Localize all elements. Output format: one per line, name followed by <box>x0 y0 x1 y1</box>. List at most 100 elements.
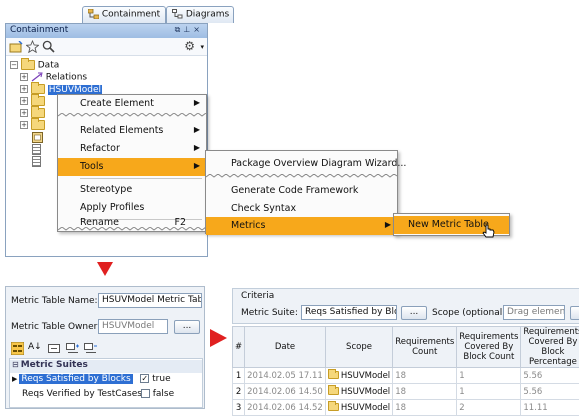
expand-icon[interactable]: + <box>20 109 28 117</box>
collapse-section-icon[interactable]: ⊟ <box>12 360 19 369</box>
row-pointer-icon: ▶ <box>12 375 17 383</box>
expand-icon[interactable]: + <box>20 97 28 105</box>
containment-tree-icon <box>88 9 99 19</box>
menu-item-label: Tools <box>80 161 103 172</box>
menu-item-check-syntax[interactable]: Check Syntax <box>206 200 397 218</box>
menu-item-tools[interactable]: Tools ▶ <box>58 158 206 176</box>
scope-field[interactable]: Drag elements <box>503 305 565 320</box>
metric-table-view: Criteria Metric Suite: Reqs Satisfied by… <box>232 288 579 409</box>
menu-item-generate-code-framework[interactable]: Generate Code Framework <box>206 182 397 200</box>
containment-header: Containment ⧉⊥× <box>6 24 207 38</box>
owner-browse-button[interactable]: ... <box>174 320 200 334</box>
metric-results-table: # Date Scope Requirements Count Requirem… <box>232 326 579 416</box>
new-folder-icon[interactable] <box>9 41 23 53</box>
tree-node[interactable]: + <box>20 120 45 132</box>
menu-item-label: Apply Profiles <box>80 202 144 213</box>
tree-node[interactable] <box>32 132 43 144</box>
cell-requirements-count: 18 <box>393 400 457 416</box>
metric-suite-browse-button[interactable]: ... <box>401 306 427 320</box>
menu-torn-edge <box>58 227 206 232</box>
scope-name: HSUVModel <box>341 387 390 397</box>
menu-item-metrics[interactable]: Metrics ▶ <box>206 217 397 235</box>
tree-node-label-selected: HSUVModel <box>48 85 102 95</box>
tree-node[interactable] <box>32 156 41 168</box>
metric-suite-row-reqs-verified[interactable]: Reqs Verified by TestCases false <box>10 389 202 402</box>
cell-date: 2014.02.06 14.52 <box>245 400 326 416</box>
collapse-icon[interactable]: − <box>10 61 18 69</box>
close-icon[interactable]: × <box>193 25 203 34</box>
table-row[interactable]: 3 2014.02.06 14.52 HSUVModel 18 2 11.11 <box>233 400 579 416</box>
hand-cursor-icon <box>482 224 496 240</box>
tree-node[interactable] <box>32 144 41 156</box>
document-icon <box>32 144 41 155</box>
column-header-covered-count[interactable]: Requirements Covered By Block Count <box>457 327 521 368</box>
cell-requirements-count: 18 <box>393 384 457 400</box>
categorized-view-icon[interactable] <box>11 342 24 355</box>
expand-all-icon[interactable] <box>66 343 80 354</box>
menu-item-refactor[interactable]: Refactor ▶ <box>58 140 206 158</box>
menu-torn-edge <box>206 174 397 179</box>
name-label: Metric Table Name: <box>11 296 98 306</box>
metric-suite-field[interactable]: Reqs Satisfied by Blocks <box>301 305 397 320</box>
table-row[interactable]: 1 2014.02.05 17.11 HSUVModel 18 1 5.56 <box>233 368 579 384</box>
metric-suite-row-reqs-satisfied[interactable]: ▶Reqs Satisfied by Blocks ✓ true <box>10 374 202 387</box>
cell-requirements-count: 18 <box>393 368 457 384</box>
metric-suite-checkbox[interactable]: ✓ <box>140 374 149 383</box>
gear-dropdown-arrow-icon[interactable]: ▾ <box>200 43 204 51</box>
document-icon <box>32 156 41 167</box>
flow-arrow-right-icon <box>210 329 227 347</box>
pin-icon[interactable]: ⊥ <box>183 25 193 34</box>
property-grid: ⊟Metric Suites ▶Reqs Satisfied by Blocks… <box>9 358 203 408</box>
collapse-icon[interactable] <box>48 344 60 353</box>
submenu-arrow-icon: ▶ <box>194 125 200 134</box>
column-header-scope[interactable]: Scope <box>325 327 392 368</box>
metric-table-owner-field[interactable]: HSUVModel <box>98 319 168 334</box>
section-metric-suites[interactable]: ⊟Metric Suites <box>10 360 202 373</box>
scope-browse-button[interactable]: ... <box>570 306 579 320</box>
menu-item-label: New Metric Table <box>408 219 489 230</box>
table-row[interactable]: 2 2014.02.06 14.50 HSUVModel 18 1 5.56 <box>233 384 579 400</box>
menu-item-label: Check Syntax <box>231 203 296 214</box>
menu-torn-edge <box>58 113 206 118</box>
package-icon <box>32 132 43 143</box>
menu-item-label: Stereotype <box>80 184 132 195</box>
column-header-requirements-count[interactable]: Requirements Count <box>393 327 457 368</box>
metric-suite-label: Reqs Verified by TestCases <box>20 389 134 399</box>
menu-item-related-elements[interactable]: Related Elements ▶ <box>58 122 206 140</box>
column-header-number[interactable]: # <box>233 327 245 368</box>
containment-title: Containment <box>10 25 68 35</box>
scope-name: HSUVModel <box>341 371 390 381</box>
section-label: Metric Suites <box>21 360 88 370</box>
expand-icon[interactable]: + <box>20 121 28 129</box>
metric-suite-value: false <box>153 389 174 399</box>
tree-node-data[interactable]: − Data <box>10 60 59 72</box>
submenu-arrow-icon: ▶ <box>385 220 391 229</box>
expand-icon[interactable]: + <box>20 73 28 81</box>
metric-suite-checkbox[interactable] <box>141 389 150 398</box>
column-header-date[interactable]: Date <box>245 327 326 368</box>
sort-alpha-icon[interactable]: A↓ <box>28 342 42 352</box>
scope-name: HSUVModel <box>341 403 390 413</box>
metric-table-name-field[interactable]: HSUVModel Metric Table <box>98 293 202 308</box>
menu-item-stereotype[interactable]: Stereotype <box>58 181 206 199</box>
diagrams-icon <box>172 9 183 19</box>
cell-date: 2014.02.06 14.50 <box>245 384 326 400</box>
submenu-arrow-icon: ▶ <box>194 161 200 170</box>
menu-item-create-element[interactable]: Create Element ▶ <box>58 95 206 113</box>
cell-covered-percentage: 11.11 <box>521 400 579 416</box>
menu-item-package-overview-wizard[interactable]: Package Overview Diagram Wizard... <box>206 155 397 173</box>
expand-icon[interactable]: + <box>20 85 28 93</box>
column-header-covered-percentage[interactable]: Requirements Covered By Block Percentage <box>521 327 579 368</box>
collapse-all-icon[interactable] <box>84 343 98 354</box>
tree-node-label: Data <box>38 61 60 71</box>
folder-icon <box>31 84 45 94</box>
menu-item-rename[interactable]: Rename F2 <box>58 214 206 228</box>
tab-diagrams[interactable]: Diagrams <box>166 6 234 23</box>
metric-suite-label: Reqs Satisfied by Blocks <box>19 374 133 384</box>
cell-date: 2014.02.05 17.11 <box>245 368 326 384</box>
search-icon[interactable] <box>42 40 55 53</box>
tab-containment[interactable]: Containment <box>82 6 166 23</box>
menu-separator <box>80 178 202 179</box>
gear-icon[interactable]: ⚙ <box>184 39 195 53</box>
favorite-star-icon[interactable] <box>26 40 39 53</box>
